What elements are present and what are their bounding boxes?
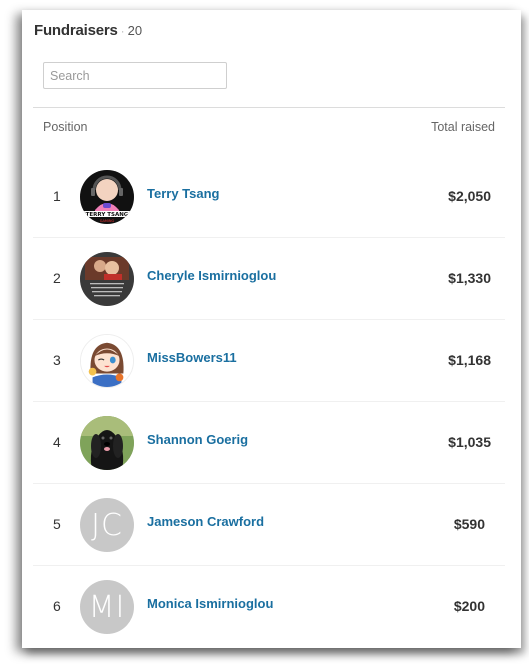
column-header-total-raised: Total raised (431, 120, 495, 134)
fundraiser-row: 6 MI Monica Ismirnioglou $200 (33, 566, 505, 648)
position-number: 2 (53, 270, 61, 286)
avatar-initials[interactable]: JC (80, 498, 134, 552)
position-number: 5 (53, 516, 61, 532)
svg-text:GAMING: GAMING (100, 219, 115, 223)
amount-raised: $2,050 (448, 188, 491, 204)
amount-raised: $200 (453, 598, 485, 614)
avatar-initials-text: MI (88, 589, 126, 625)
avatar[interactable]: TERRY TSANG GAMING (80, 170, 134, 224)
avatar-cartoon-girl-image (81, 335, 133, 387)
avatar-family-photo-image (80, 252, 134, 306)
avatar-initials-text: JC (91, 507, 123, 543)
fundraiser-row: 2 Cheryle Ismirnioglou $1,330 (33, 238, 505, 320)
avatar-initials[interactable]: MI (80, 580, 134, 634)
fundraiser-name-link[interactable]: Monica Ismirnioglou (147, 596, 273, 611)
fundraiser-name-link[interactable]: Cheryle Ismirnioglou (147, 268, 276, 283)
fundraiser-row: 5 JC Jameson Crawford $590 (33, 484, 505, 566)
fundraiser-name-link[interactable]: Jameson Crawford (147, 514, 264, 529)
fundraiser-name-link[interactable]: MissBowers11 (147, 350, 237, 365)
position-number: 6 (53, 598, 61, 614)
fundraisers-card: Fundraisers · 20 Position Total raised 1… (22, 10, 521, 648)
amount-raised: $1,168 (448, 352, 491, 368)
avatar[interactable] (80, 416, 134, 470)
position-number: 3 (53, 352, 61, 368)
fundraiser-row: 3 MissBowers11 $1,168 (33, 320, 505, 402)
position-number: 4 (53, 434, 61, 450)
card-header: Fundraisers · 20 (34, 22, 142, 39)
amount-raised: $1,035 (448, 434, 491, 450)
position-number: 1 (53, 188, 61, 204)
avatar[interactable] (80, 252, 134, 306)
fundraiser-list: 1 TERRY TSANG GAMING Terry Tsang $2,050 (33, 156, 505, 648)
card-title: Fundraisers (34, 22, 118, 39)
fundraiser-row: 4 Shannon Goerig $1,035 (33, 402, 505, 484)
avatar[interactable] (80, 334, 134, 388)
search-input[interactable] (43, 62, 227, 89)
fundraiser-name-link[interactable]: Shannon Goerig (147, 432, 248, 447)
svg-text:TERRY TSANG: TERRY TSANG (86, 212, 129, 218)
amount-raised: $590 (453, 516, 485, 532)
column-header-position: Position (43, 120, 88, 134)
avatar-dog-photo-image (80, 416, 134, 470)
fundraiser-count: 20 (127, 23, 143, 38)
fundraiser-row: 1 TERRY TSANG GAMING Terry Tsang $2,050 (33, 156, 505, 238)
fundraiser-name-link[interactable]: Terry Tsang (147, 186, 219, 201)
header-divider (33, 107, 505, 108)
title-separator: · (120, 24, 125, 38)
avatar-gaming-logo-image: TERRY TSANG GAMING (80, 170, 134, 224)
amount-raised: $1,330 (448, 270, 491, 286)
